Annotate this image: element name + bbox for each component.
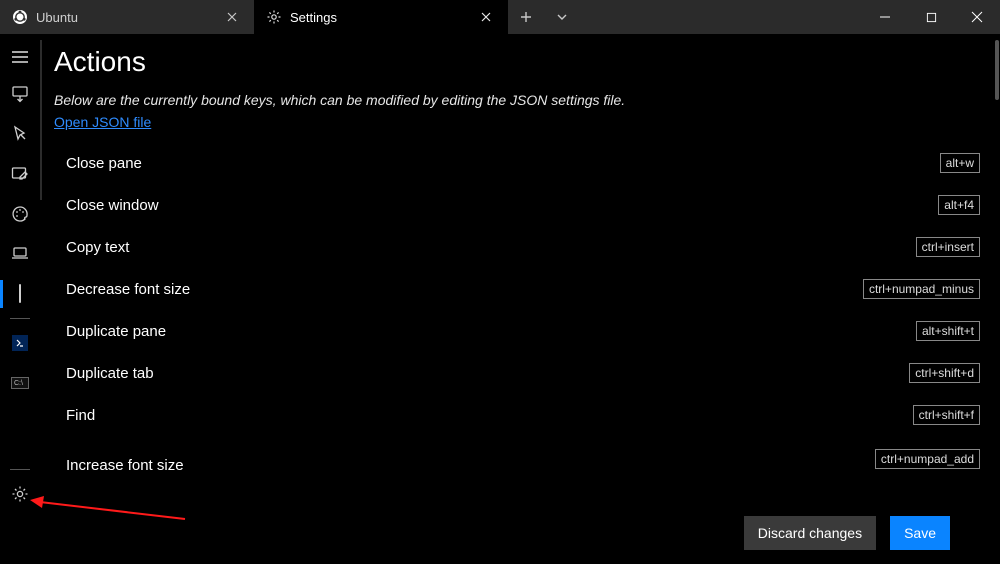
scroll-thumb[interactable] xyxy=(995,40,999,100)
tab-actions xyxy=(508,0,580,34)
tab-ubuntu[interactable]: Ubuntu xyxy=(0,0,254,34)
key-binding: ctrl+numpad_add xyxy=(875,449,980,469)
page-title: Actions xyxy=(54,46,980,78)
action-row[interactable]: Increase font size ctrl+numpad_add xyxy=(54,438,980,480)
keyboard-icon xyxy=(19,285,21,303)
window-minimize-button[interactable] xyxy=(862,0,908,34)
tab-dropdown-button[interactable] xyxy=(544,0,580,34)
window-maximize-button[interactable] xyxy=(908,0,954,34)
palette-icon xyxy=(11,205,29,223)
action-row[interactable]: Decrease font size ctrl+numpad_minus xyxy=(54,268,980,310)
page-description: Below are the currently bound keys, whic… xyxy=(54,92,980,108)
sidebar: C:\ xyxy=(0,34,40,564)
powershell-icon xyxy=(12,335,28,351)
open-json-link[interactable]: Open JSON file xyxy=(54,114,980,130)
discard-changes-button[interactable]: Discard changes xyxy=(744,516,876,550)
key-binding: alt+w xyxy=(940,153,980,173)
tablet-edit-icon xyxy=(11,165,29,183)
sidebar-item-0[interactable] xyxy=(0,74,40,114)
tab-label: Settings xyxy=(290,10,468,25)
action-row[interactable]: Find ctrl+shift+f xyxy=(54,394,980,436)
key-binding: ctrl+numpad_minus xyxy=(863,279,980,299)
tab-settings[interactable]: Settings xyxy=(254,0,508,34)
gear-icon xyxy=(11,485,29,503)
tab-strip: Ubuntu Settings xyxy=(0,0,508,34)
tab-close-button[interactable] xyxy=(222,7,242,27)
save-button[interactable]: Save xyxy=(890,516,950,550)
action-row[interactable]: Copy text ctrl+insert xyxy=(54,226,980,268)
tab-label: Ubuntu xyxy=(36,10,214,25)
sidebar-separator xyxy=(10,469,30,470)
action-label: Duplicate tab xyxy=(66,365,154,382)
scrollbar-indicator[interactable] xyxy=(40,40,42,200)
titlebar: Ubuntu Settings xyxy=(0,0,1000,34)
key-binding: ctrl+shift+d xyxy=(909,363,980,383)
monitor-down-icon xyxy=(11,85,29,103)
sidebar-item-3[interactable] xyxy=(0,194,40,234)
tab-close-button[interactable] xyxy=(476,7,496,27)
action-label: Increase font size xyxy=(66,457,184,474)
action-row[interactable]: Close pane alt+w xyxy=(54,142,980,184)
laptop-icon xyxy=(11,245,29,263)
action-label: Find xyxy=(66,407,95,424)
command-prompt-icon: C:\ xyxy=(11,377,29,389)
hamburger-menu-button[interactable] xyxy=(0,40,40,74)
action-label: Duplicate pane xyxy=(66,323,166,340)
key-binding: alt+shift+t xyxy=(916,321,980,341)
action-row[interactable]: Duplicate pane alt+shift+t xyxy=(54,310,980,352)
pointer-icon xyxy=(11,125,29,143)
sidebar-item-4[interactable] xyxy=(0,234,40,274)
key-binding: ctrl+shift+f xyxy=(913,405,980,425)
content-scrollbar[interactable] xyxy=(994,34,1000,564)
sidebar-settings-button[interactable] xyxy=(0,474,40,514)
action-label: Copy text xyxy=(66,239,129,256)
window-close-button[interactable] xyxy=(954,0,1000,34)
footer: Discard changes Save xyxy=(54,502,980,564)
action-label: Close pane xyxy=(66,155,142,172)
action-label: Close window xyxy=(66,197,159,214)
key-binding: ctrl+insert xyxy=(916,237,980,257)
sidebar-separator xyxy=(10,318,30,319)
action-row[interactable]: Close window alt+f4 xyxy=(54,184,980,226)
sidebar-profile-powershell[interactable] xyxy=(0,323,40,363)
ubuntu-icon xyxy=(12,9,28,25)
action-label: Decrease font size xyxy=(66,281,190,298)
window-controls xyxy=(862,0,1000,34)
sidebar-item-1[interactable] xyxy=(0,114,40,154)
actions-list: Close pane alt+w Close window alt+f4 Cop… xyxy=(54,142,980,502)
sidebar-item-2[interactable] xyxy=(0,154,40,194)
action-row[interactable]: Duplicate tab ctrl+shift+d xyxy=(54,352,980,394)
settings-icon xyxy=(266,9,282,25)
sidebar-profile-cmd[interactable]: C:\ xyxy=(0,363,40,403)
sidebar-item-5[interactable] xyxy=(0,274,40,314)
key-binding: alt+f4 xyxy=(938,195,980,215)
new-tab-button[interactable] xyxy=(508,0,544,34)
settings-content: Actions Below are the currently bound ke… xyxy=(44,34,994,564)
